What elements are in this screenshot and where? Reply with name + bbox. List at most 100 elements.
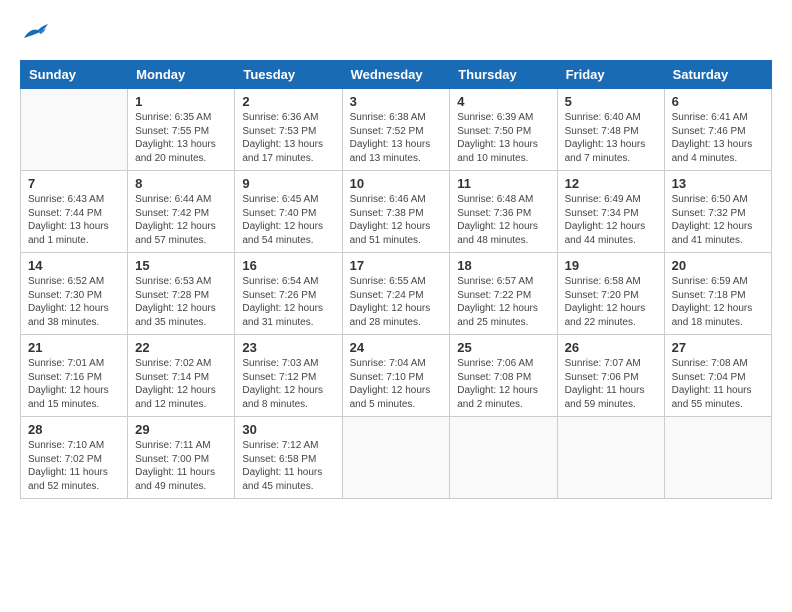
day-info: Sunrise: 6:45 AM Sunset: 7:40 PM Dayligh… [242,193,334,247]
day-info: Sunrise: 6:48 AM Sunset: 7:36 PM Dayligh… [457,193,549,247]
calendar-cell: 8 Sunrise: 6:44 AM Sunset: 7:42 PM Daylig… [128,171,235,253]
day-info: Sunrise: 7:02 AM Sunset: 7:14 PM Dayligh… [135,357,227,411]
calendar-cell: 4 Sunrise: 6:39 AM Sunset: 7:50 PM Daylig… [450,89,557,171]
weekday-header-tuesday: Tuesday [235,61,342,89]
day-number: 1 [135,94,227,109]
calendar-cell [557,417,664,499]
calendar-week-2: 14 Sunrise: 6:52 AM Sunset: 7:30 PM Dayli… [21,253,772,335]
calendar-cell: 22 Sunrise: 7:02 AM Sunset: 7:14 PM Dayli… [128,335,235,417]
calendar-cell: 28 Sunrise: 7:10 AM Sunset: 7:02 PM Dayli… [21,417,128,499]
weekday-header-row: SundayMondayTuesdayWednesdayThursdayFrid… [21,61,772,89]
day-info: Sunrise: 7:11 AM Sunset: 7:00 PM Dayligh… [135,439,227,493]
weekday-header-thursday: Thursday [450,61,557,89]
day-number: 25 [457,340,549,355]
logo [20,20,54,44]
day-number: 26 [565,340,657,355]
day-number: 2 [242,94,334,109]
day-info: Sunrise: 6:46 AM Sunset: 7:38 PM Dayligh… [350,193,443,247]
day-number: 5 [565,94,657,109]
calendar-cell: 11 Sunrise: 6:48 AM Sunset: 7:36 PM Dayli… [450,171,557,253]
calendar-table: SundayMondayTuesdayWednesdayThursdayFrid… [20,60,772,499]
weekday-header-monday: Monday [128,61,235,89]
calendar-week-1: 7 Sunrise: 6:43 AM Sunset: 7:44 PM Daylig… [21,171,772,253]
calendar-cell: 2 Sunrise: 6:36 AM Sunset: 7:53 PM Daylig… [235,89,342,171]
weekday-header-saturday: Saturday [664,61,771,89]
day-number: 17 [350,258,443,273]
day-info: Sunrise: 6:58 AM Sunset: 7:20 PM Dayligh… [565,275,657,329]
day-info: Sunrise: 6:44 AM Sunset: 7:42 PM Dayligh… [135,193,227,247]
day-number: 30 [242,422,334,437]
calendar-cell: 14 Sunrise: 6:52 AM Sunset: 7:30 PM Dayli… [21,253,128,335]
day-info: Sunrise: 7:07 AM Sunset: 7:06 PM Dayligh… [565,357,657,411]
day-info: Sunrise: 6:52 AM Sunset: 7:30 PM Dayligh… [28,275,120,329]
day-number: 9 [242,176,334,191]
calendar-cell: 10 Sunrise: 6:46 AM Sunset: 7:38 PM Dayli… [342,171,450,253]
day-info: Sunrise: 6:55 AM Sunset: 7:24 PM Dayligh… [350,275,443,329]
day-info: Sunrise: 6:57 AM Sunset: 7:22 PM Dayligh… [457,275,549,329]
day-number: 16 [242,258,334,273]
calendar-cell: 15 Sunrise: 6:53 AM Sunset: 7:28 PM Dayli… [128,253,235,335]
calendar-cell: 9 Sunrise: 6:45 AM Sunset: 7:40 PM Daylig… [235,171,342,253]
weekday-header-sunday: Sunday [21,61,128,89]
calendar-cell: 29 Sunrise: 7:11 AM Sunset: 7:00 PM Dayli… [128,417,235,499]
day-number: 19 [565,258,657,273]
day-info: Sunrise: 7:03 AM Sunset: 7:12 PM Dayligh… [242,357,334,411]
day-number: 14 [28,258,120,273]
day-number: 7 [28,176,120,191]
calendar-week-3: 21 Sunrise: 7:01 AM Sunset: 7:16 PM Dayli… [21,335,772,417]
day-info: Sunrise: 6:39 AM Sunset: 7:50 PM Dayligh… [457,111,549,165]
day-info: Sunrise: 6:38 AM Sunset: 7:52 PM Dayligh… [350,111,443,165]
calendar-body: 1 Sunrise: 6:35 AM Sunset: 7:55 PM Daylig… [21,89,772,499]
calendar-cell: 30 Sunrise: 7:12 AM Sunset: 6:58 PM Dayli… [235,417,342,499]
calendar-cell: 27 Sunrise: 7:08 AM Sunset: 7:04 PM Dayli… [664,335,771,417]
calendar-cell: 25 Sunrise: 7:06 AM Sunset: 7:08 PM Dayli… [450,335,557,417]
calendar-cell: 19 Sunrise: 6:58 AM Sunset: 7:20 PM Dayli… [557,253,664,335]
day-number: 21 [28,340,120,355]
calendar-cell: 6 Sunrise: 6:41 AM Sunset: 7:46 PM Daylig… [664,89,771,171]
day-info: Sunrise: 6:50 AM Sunset: 7:32 PM Dayligh… [672,193,764,247]
calendar-cell: 24 Sunrise: 7:04 AM Sunset: 7:10 PM Dayli… [342,335,450,417]
day-number: 22 [135,340,227,355]
day-info: Sunrise: 7:06 AM Sunset: 7:08 PM Dayligh… [457,357,549,411]
weekday-header-wednesday: Wednesday [342,61,450,89]
calendar-cell: 18Sunrise: 6:57 AM Sunset: 7:22 PM Dayli… [450,253,557,335]
day-info: Sunrise: 6:49 AM Sunset: 7:34 PM Dayligh… [565,193,657,247]
day-number: 11 [457,176,549,191]
day-info: Sunrise: 7:04 AM Sunset: 7:10 PM Dayligh… [350,357,443,411]
day-info: Sunrise: 6:35 AM Sunset: 7:55 PM Dayligh… [135,111,227,165]
calendar-cell: 21 Sunrise: 7:01 AM Sunset: 7:16 PM Dayli… [21,335,128,417]
day-info: Sunrise: 7:01 AM Sunset: 7:16 PM Dayligh… [28,357,120,411]
calendar-header: SundayMondayTuesdayWednesdayThursdayFrid… [21,61,772,89]
calendar-cell [664,417,771,499]
calendar-cell: 17 Sunrise: 6:55 AM Sunset: 7:24 PM Dayli… [342,253,450,335]
day-number: 29 [135,422,227,437]
calendar-cell: 16 Sunrise: 6:54 AM Sunset: 7:26 PM Dayli… [235,253,342,335]
calendar-cell: 20Sunrise: 6:59 AM Sunset: 7:18 PM Dayli… [664,253,771,335]
day-number: 3 [350,94,443,109]
day-number: 4 [457,94,549,109]
day-number: 28 [28,422,120,437]
day-info: Sunrise: 7:10 AM Sunset: 7:02 PM Dayligh… [28,439,120,493]
calendar-cell: 7 Sunrise: 6:43 AM Sunset: 7:44 PM Daylig… [21,171,128,253]
day-info: Sunrise: 6:36 AM Sunset: 7:53 PM Dayligh… [242,111,334,165]
calendar-cell: 23Sunrise: 7:03 AM Sunset: 7:12 PM Dayli… [235,335,342,417]
day-number: 15 [135,258,227,273]
page-header [20,20,772,44]
day-info: Sunrise: 6:43 AM Sunset: 7:44 PM Dayligh… [28,193,120,247]
day-info: Sunrise: 6:53 AM Sunset: 7:28 PM Dayligh… [135,275,227,329]
day-info: Sunrise: 6:41 AM Sunset: 7:46 PM Dayligh… [672,111,764,165]
day-number: 10 [350,176,443,191]
calendar-week-4: 28 Sunrise: 7:10 AM Sunset: 7:02 PM Dayli… [21,417,772,499]
logo-icon [20,20,50,44]
day-number: 24 [350,340,443,355]
weekday-header-friday: Friday [557,61,664,89]
calendar-cell: 5Sunrise: 6:40 AM Sunset: 7:48 PM Daylig… [557,89,664,171]
day-info: Sunrise: 7:12 AM Sunset: 6:58 PM Dayligh… [242,439,334,493]
day-number: 20 [672,258,764,273]
day-info: Sunrise: 7:08 AM Sunset: 7:04 PM Dayligh… [672,357,764,411]
day-number: 8 [135,176,227,191]
calendar-week-0: 1 Sunrise: 6:35 AM Sunset: 7:55 PM Daylig… [21,89,772,171]
day-number: 27 [672,340,764,355]
day-number: 6 [672,94,764,109]
day-info: Sunrise: 6:54 AM Sunset: 7:26 PM Dayligh… [242,275,334,329]
